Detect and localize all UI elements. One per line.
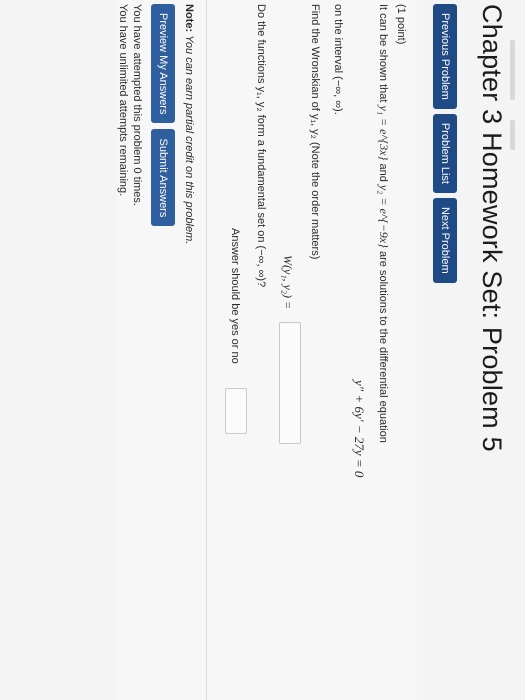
answer-buttons: Preview My Answers Submit Answers	[151, 4, 175, 227]
wronskian-answer-input[interactable]	[279, 322, 301, 444]
differential-equation: y″ + 6y′ − 27y = 0	[352, 380, 367, 478]
note-text: You can earn partial credit on this prob…	[183, 35, 195, 245]
wronskian-prompt: Find the Wronskian of y₁, y₂ (Note the o…	[309, 4, 321, 260]
preview-answers-button[interactable]: Preview My Answers	[151, 4, 175, 124]
statement-prefix: It can be shown that	[377, 4, 389, 103]
page-title: Chapter 3 Homework Set: Problem 5	[477, 4, 507, 452]
fundamental-set-prompt: Do the functions y₁, y₂ form a fundament…	[255, 4, 267, 288]
rotated-page: Chapter 3 Homework Set: Problem 5 Previo…	[0, 0, 525, 700]
statement-line: It can be shown that y₁ = e^{3x} and y₂ …	[376, 4, 391, 443]
problem-navigation: Previous Problem Problem List Next Probl…	[433, 4, 457, 283]
statement-suffix: are solutions to the differential equati…	[377, 251, 389, 443]
section-divider	[206, 0, 207, 700]
note-line: Note: You can earn partial credit on thi…	[183, 4, 195, 244]
problem-list-button[interactable]: Problem List	[433, 113, 457, 193]
fundamental-set-answer-input[interactable]	[225, 388, 247, 434]
submit-answers-button[interactable]: Submit Answers	[151, 129, 175, 227]
points-label: (1 point)	[395, 4, 407, 45]
interval-text: on the interval (−∞, ∞).	[332, 4, 344, 115]
note-label: Note:	[183, 4, 195, 33]
attempts-made: You have attempted this problem 0 times.	[131, 4, 143, 206]
previous-problem-button[interactable]: Previous Problem	[433, 4, 457, 109]
and-word: and	[377, 163, 389, 182]
y2-expression: y₂ = e^{−9x}	[377, 184, 391, 248]
problem-panel: (1 point) It can be shown that y₁ = e^{3…	[117, 0, 417, 700]
wronskian-label: W(y₁, y₂) =	[281, 255, 295, 310]
yes-no-hint: Answer should be yes or no	[229, 228, 241, 364]
y1-expression: y₁ = e^{3x}	[377, 105, 391, 161]
next-problem-button[interactable]: Next Problem	[433, 197, 457, 283]
attempts-remaining: You have unlimited attempts remaining.	[117, 4, 129, 197]
